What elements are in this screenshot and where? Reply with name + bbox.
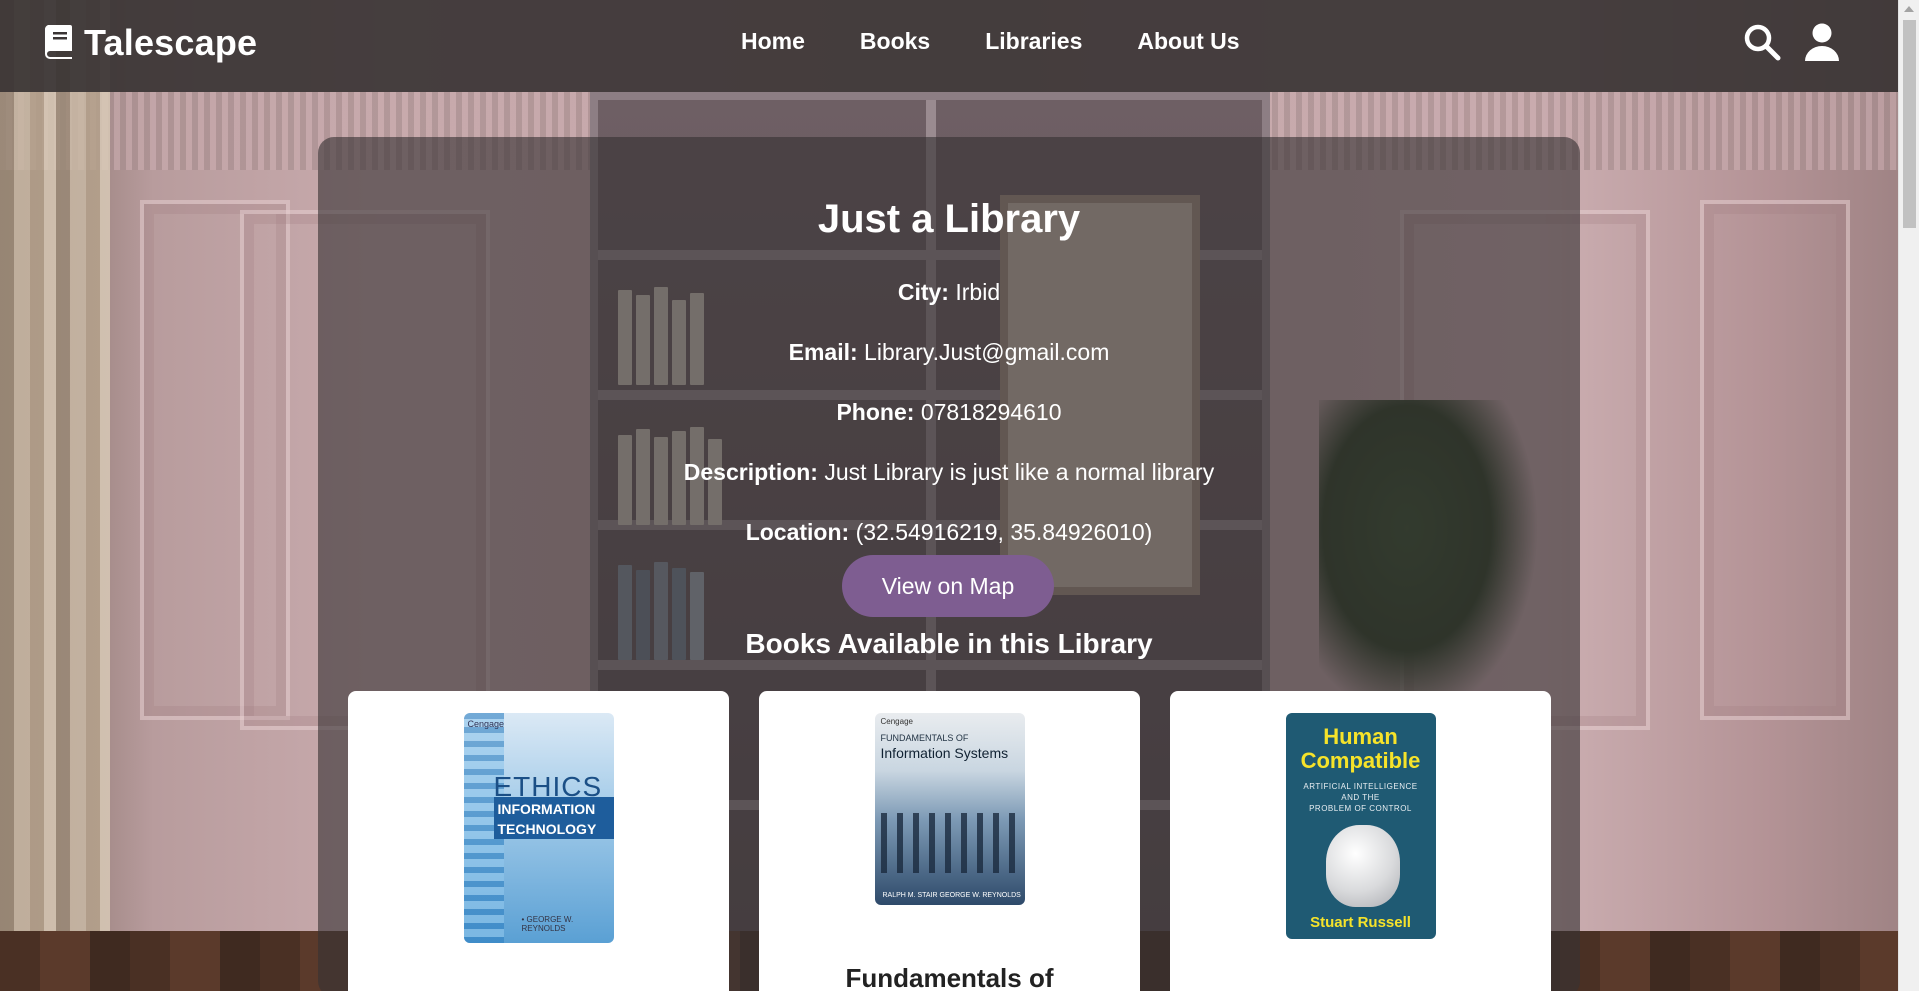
email-line: Email: Library.Just@gmail.com: [318, 339, 1580, 366]
page-scrollbar[interactable]: [1898, 0, 1919, 991]
book-card-human-compatible[interactable]: Human Compatible ARTIFICIAL INTELLIGENCE…: [1170, 691, 1551, 991]
description-line: Description: Just Library is just like a…: [318, 459, 1580, 486]
nav-about-us[interactable]: About Us: [1137, 28, 1239, 55]
bust-illustration: [1325, 825, 1400, 907]
book-card-ethics[interactable]: Cengage ETHICS IN INFORMATION TECHNOLOGY…: [348, 691, 729, 991]
library-title: Just a Library: [817, 197, 1081, 241]
location-value: (32.54916219, 35.84926010): [855, 519, 1153, 545]
book-cover-image[interactable]: Cengage FUNDAMENTALS OF Information Syst…: [874, 713, 1025, 905]
location-label: Location:: [745, 519, 850, 545]
nav-home[interactable]: Home: [741, 28, 805, 55]
scroll-up-arrow-icon[interactable]: [1904, 6, 1914, 12]
description-label: Description:: [683, 459, 818, 485]
city-label: City:: [897, 279, 949, 305]
description-value: Just Library is just like a normal libra…: [824, 459, 1215, 485]
city-line: City: Irbid: [318, 279, 1580, 306]
phone-value: 07818294610: [920, 399, 1062, 425]
library-details-card: Just a Library City: Irbid Email: Librar…: [318, 137, 1580, 991]
brand-logo[interactable]: Talescape: [44, 22, 257, 64]
top-navbar: Talescape Home Books Libraries About Us: [0, 0, 1898, 92]
user-icon[interactable]: [1802, 22, 1842, 62]
main-nav: Home Books Libraries About Us: [741, 28, 1240, 55]
app-name: Talescape: [84, 22, 258, 63]
book-title[interactable]: Fundamentals of: [759, 963, 1140, 991]
search-icon[interactable]: [1742, 22, 1782, 62]
location-line: Location: (32.54916219, 35.84926010): [318, 519, 1580, 546]
view-on-map-button[interactable]: View on Map: [842, 555, 1054, 617]
phone-line: Phone: 07818294610: [318, 399, 1580, 426]
book-cover-image[interactable]: Human Compatible ARTIFICIAL INTELLIGENCE…: [1285, 713, 1436, 939]
nav-libraries[interactable]: Libraries: [985, 28, 1082, 55]
book-cover-image[interactable]: Cengage ETHICS IN INFORMATION TECHNOLOGY…: [463, 713, 614, 943]
books-section-heading: Books Available in this Library: [745, 628, 1153, 659]
city-value: Irbid: [955, 279, 1001, 305]
phone-label: Phone:: [836, 399, 915, 425]
book-icon: [44, 23, 76, 64]
book-card-fundamentals[interactable]: Cengage FUNDAMENTALS OF Information Syst…: [759, 691, 1140, 991]
nav-books[interactable]: Books: [860, 28, 930, 55]
email-value: Library.Just@gmail.com: [864, 339, 1110, 365]
email-label: Email:: [788, 339, 858, 365]
scroll-thumb[interactable]: [1903, 20, 1916, 228]
